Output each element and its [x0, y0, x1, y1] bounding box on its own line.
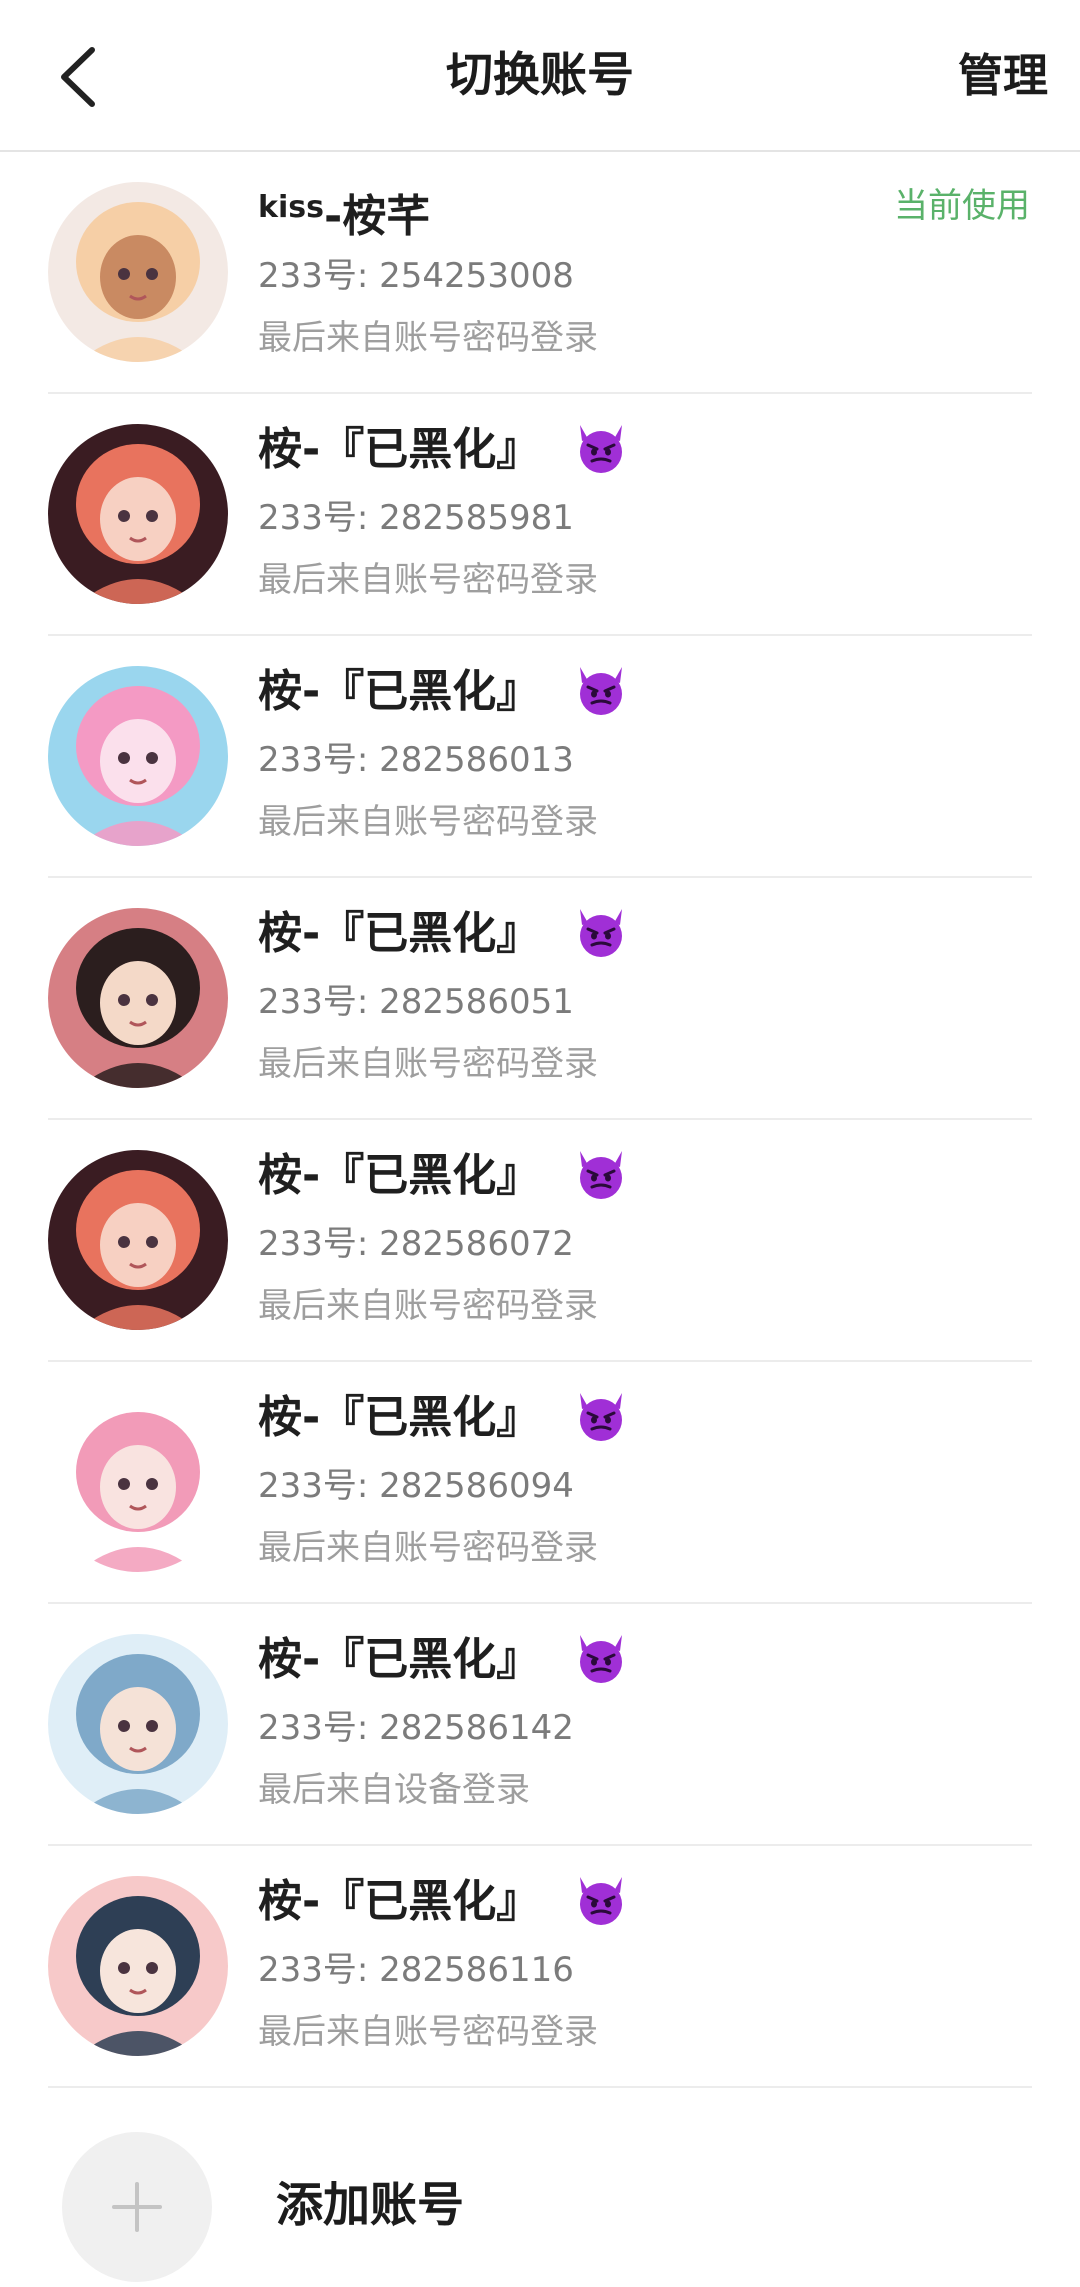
account-name: 桉-『已黑化』: [258, 1388, 628, 1448]
account-login-method: 最后来自账号密码登录: [258, 1528, 598, 1568]
plus-icon: [112, 2182, 162, 2232]
smiling-devil-emoji-icon: [579, 1151, 622, 1199]
add-account-button[interactable]: [62, 2132, 212, 2282]
smiling-devil-emoji-icon: [579, 909, 622, 957]
account-row[interactable]: kiss-桉芊 233号: 254253008 最后来自账号密码登录 当前使用: [0, 152, 1080, 394]
account-name: kiss-桉芊: [258, 178, 430, 247]
account-name: 桉-『已黑化』: [258, 1146, 628, 1206]
avatar[interactable]: [48, 182, 228, 362]
account-row[interactable]: 桉-『已黑化』 233号: 282586013 最后来自账号密码登录: [0, 636, 1080, 878]
account-login-method: 最后来自账号密码登录: [258, 802, 598, 842]
account-name-text: 桉-『已黑化』: [258, 1150, 541, 1201]
account-login-method: 最后来自账号密码登录: [258, 1286, 598, 1326]
avatar[interactable]: [48, 424, 228, 604]
account-name-text: -桉芊: [323, 191, 431, 242]
app-header: 切换账号 管理: [0, 0, 1080, 152]
avatar-image: [48, 1634, 228, 1814]
account-name-text: 桉-『已黑化』: [258, 666, 541, 717]
account-uid: 233号: 282586094: [258, 1466, 574, 1506]
account-row[interactable]: 桉-『已黑化』 233号: 282586072 最后来自账号密码登录: [0, 1120, 1080, 1362]
account-name-text: 桉-『已黑化』: [258, 1392, 541, 1443]
avatar-image: [48, 666, 228, 846]
account-name: 桉-『已黑化』: [258, 904, 628, 964]
account-list: kiss-桉芊 233号: 254253008 最后来自账号密码登录 当前使用 …: [0, 152, 1080, 2088]
avatar-image: [48, 1392, 228, 1572]
avatar[interactable]: [48, 1150, 228, 1330]
account-row[interactable]: 桉-『已黑化』 233号: 282586116 最后来自账号密码登录: [0, 1846, 1080, 2088]
account-uid: 233号: 282586072: [258, 1224, 574, 1264]
divider: [48, 2086, 1032, 2088]
avatar-image: [48, 424, 228, 604]
account-uid: 233号: 282586051: [258, 982, 574, 1022]
account-name: 桉-『已黑化』: [258, 1872, 628, 1932]
account-uid: 233号: 282586142: [258, 1708, 574, 1748]
avatar-image: [48, 908, 228, 1088]
account-name-text: 桉-『已黑化』: [258, 424, 541, 475]
account-login-method: 最后来自账号密码登录: [258, 1044, 598, 1084]
account-uid: 233号: 282586116: [258, 1950, 574, 1990]
account-row[interactable]: 桉-『已黑化』 233号: 282585981 最后来自账号密码登录: [0, 394, 1080, 636]
account-name: 桉-『已黑化』: [258, 420, 628, 480]
avatar[interactable]: [48, 908, 228, 1088]
smiling-devil-emoji-icon: [579, 1393, 622, 1441]
account-login-method: 最后来自设备登录: [258, 1770, 530, 1810]
current-account-badge: 当前使用: [894, 186, 1030, 226]
account-name-text: 桉-『已黑化』: [258, 1634, 541, 1685]
account-uid: 233号: 282585981: [258, 498, 574, 538]
avatar[interactable]: [48, 1634, 228, 1814]
avatar[interactable]: [48, 1392, 228, 1572]
account-login-method: 最后来自账号密码登录: [258, 318, 598, 358]
account-name: 桉-『已黑化』: [258, 662, 628, 722]
smiling-devil-emoji-icon: [579, 1877, 622, 1925]
avatar[interactable]: [48, 1876, 228, 2056]
account-row[interactable]: 桉-『已黑化』 233号: 282586142 最后来自设备登录: [0, 1604, 1080, 1846]
smiling-devil-emoji-icon: [579, 425, 622, 473]
add-account-row[interactable]: 添加账号: [0, 2090, 1080, 2287]
account-row[interactable]: 桉-『已黑化』 233号: 282586094 最后来自账号密码登录: [0, 1362, 1080, 1604]
avatar[interactable]: [48, 666, 228, 846]
account-name: 桉-『已黑化』: [258, 1630, 628, 1690]
account-row[interactable]: 桉-『已黑化』 233号: 282586051 最后来自账号密码登录: [0, 878, 1080, 1120]
account-uid: 233号: 282586013: [258, 740, 574, 780]
smiling-devil-emoji-icon: [579, 667, 622, 715]
manage-button[interactable]: 管理: [958, 46, 1048, 106]
account-login-method: 最后来自账号密码登录: [258, 2012, 598, 2052]
add-account-label: 添加账号: [276, 2178, 464, 2233]
account-login-method: 最后来自账号密码登录: [258, 560, 598, 600]
avatar-image: [48, 1876, 228, 2056]
account-name-text: 桉-『已黑化』: [258, 1876, 541, 1927]
account-name-prefix: kiss: [258, 190, 324, 225]
page-title: 切换账号: [446, 48, 634, 103]
avatar-image: [48, 1150, 228, 1330]
smiling-devil-emoji-icon: [579, 1635, 622, 1683]
account-uid: 233号: 254253008: [258, 256, 574, 296]
avatar-image: [48, 182, 228, 362]
account-name-text: 桉-『已黑化』: [258, 908, 541, 959]
